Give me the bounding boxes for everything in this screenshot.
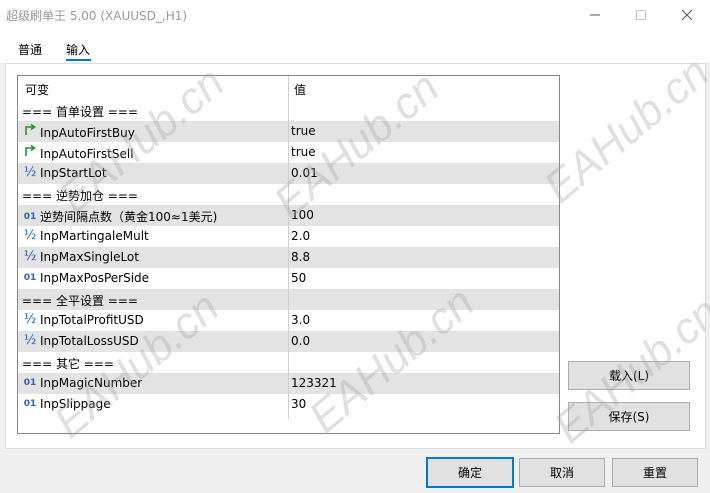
title-bar: 超级刷单王 5.00 (XAUUSD_,H1) xyxy=(0,0,710,30)
ok-button[interactable]: 确定 xyxy=(426,457,514,488)
parameter-value[interactable]: 30 xyxy=(291,397,306,411)
parameter-label: === 全平设置 === xyxy=(22,294,138,308)
parameter-value[interactable]: 123321 xyxy=(291,376,337,390)
close-icon xyxy=(682,10,692,20)
parameter-name: 01 InpMaxPosPerSide xyxy=(22,271,149,285)
maximize-button xyxy=(618,0,664,30)
minimize-icon xyxy=(590,14,600,16)
zero-one-int-icon: 01 xyxy=(23,273,37,283)
parameter-label: InpMartingaleMult xyxy=(40,229,149,243)
parameter-label: InpSlippage xyxy=(40,397,111,411)
zero-one-int-icon: 01 xyxy=(23,399,37,409)
reset-button[interactable]: 重置 xyxy=(612,458,698,487)
parameters-table[interactable]: 可变 值 === 首单设置 === InpAutoFirstBuy true InpA… xyxy=(17,75,560,434)
minimize-button[interactable] xyxy=(572,0,618,30)
parameter-label: InpAutoFirstSell xyxy=(40,146,134,161)
zero-one-int-icon: 01 xyxy=(23,211,37,222)
parameter-value[interactable]: 8.8 xyxy=(291,250,310,264)
half-double-icon: ½ xyxy=(23,249,37,264)
parameter-label: 逆势间隔点数（黄金100≈1美元) xyxy=(40,210,218,224)
save-button[interactable]: 保存(S) xyxy=(568,402,690,431)
parameter-label: InpStartLot xyxy=(40,166,107,180)
load-button[interactable]: 载入(L) xyxy=(568,361,690,390)
parameter-value[interactable]: 50 xyxy=(291,271,306,285)
parameter-name: 01 InpMagicNumber xyxy=(22,376,143,390)
column-divider xyxy=(288,76,289,419)
parameter-name: ½ InpTotalLossUSD xyxy=(22,333,139,349)
green-arrow-bool-icon xyxy=(22,144,38,162)
parameter-name: 01 InpSlippage xyxy=(22,397,111,411)
parameter-value[interactable]: 3.0 xyxy=(291,313,310,327)
half-double-icon: ½ xyxy=(23,312,37,327)
green-arrow-bool-icon xyxy=(22,123,38,141)
parameter-name: === 全平设置 === xyxy=(22,292,138,309)
parameter-value[interactable]: true xyxy=(291,124,316,138)
close-button[interactable] xyxy=(664,0,710,30)
active-tab-indicator xyxy=(66,59,91,61)
parameter-label: InpAutoFirstBuy xyxy=(40,125,135,140)
column-header-variable[interactable]: 可变 xyxy=(25,81,49,98)
parameter-name: ½ InpMartingaleMult xyxy=(22,228,149,244)
parameter-name: InpAutoFirstSell xyxy=(22,144,134,162)
parameter-name: === 逆势加仓 === xyxy=(22,187,138,204)
parameter-name: === 首单设置 === xyxy=(22,103,138,120)
half-double-icon: ½ xyxy=(23,333,37,348)
cancel-button[interactable]: 取消 xyxy=(519,458,605,487)
maximize-icon xyxy=(636,10,646,20)
parameter-label: === 首单设置 === xyxy=(22,105,138,119)
parameter-name: ½ InpStartLot xyxy=(22,165,107,181)
parameter-value[interactable]: true xyxy=(291,145,316,159)
parameter-label: === 逆势加仓 === xyxy=(22,189,138,203)
parameter-value[interactable]: 0.0 xyxy=(291,334,310,348)
parameter-name: === 其它 === xyxy=(22,355,114,372)
parameter-name: 01 逆势间隔点数（黄金100≈1美元) xyxy=(22,208,218,225)
parameter-value[interactable]: 100 xyxy=(291,208,314,222)
parameter-name: InpAutoFirstBuy xyxy=(22,123,135,141)
parameter-label: === 其它 === xyxy=(22,357,114,371)
parameter-label: InpTotalLossUSD xyxy=(40,334,139,348)
parameter-label: InpMaxPosPerSide xyxy=(40,271,150,285)
column-header-value[interactable]: 值 xyxy=(294,81,306,98)
half-double-icon: ½ xyxy=(23,228,37,243)
parameter-label: InpTotalProfitUSD xyxy=(40,313,144,327)
parameter-value[interactable]: 2.0 xyxy=(291,229,310,243)
parameter-name: ½ InpTotalProfitUSD xyxy=(22,312,144,328)
tab-common[interactable]: 普通 xyxy=(18,41,42,58)
tab-inputs[interactable]: 输入 xyxy=(66,41,90,58)
tab-bar: 普通 输入 xyxy=(0,30,710,63)
parameter-label: InpMagicNumber xyxy=(40,376,143,390)
parameter-value[interactable]: 0.01 xyxy=(291,166,318,180)
parameter-name: ½ InpMaxSingleLot xyxy=(22,249,139,265)
window-title: 超级刷单王 5.00 (XAUUSD_,H1) xyxy=(6,9,188,23)
half-double-icon: ½ xyxy=(23,165,37,180)
parameter-label: InpMaxSingleLot xyxy=(40,250,139,264)
zero-one-int-icon: 01 xyxy=(23,378,37,388)
